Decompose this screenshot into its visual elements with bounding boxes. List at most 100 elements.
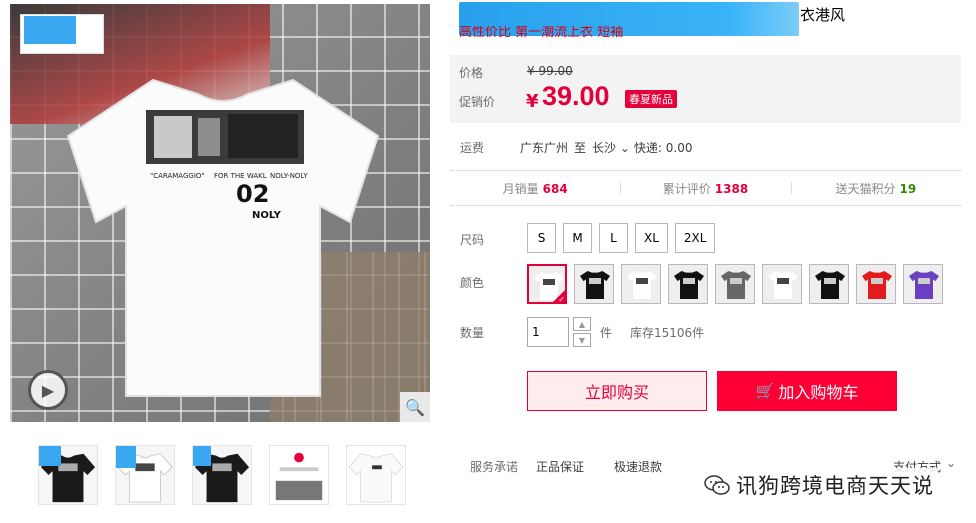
redaction-mask [116, 446, 136, 468]
currency-symbol: ¥ [526, 91, 539, 112]
check-icon: ✓ [558, 295, 565, 304]
color-swatch[interactable] [621, 264, 661, 304]
quantity-input[interactable] [527, 317, 569, 347]
swatch-print [636, 278, 648, 284]
thumbnail[interactable] [115, 445, 175, 505]
original-price: ¥ 99.00 [527, 64, 573, 78]
total-reviews[interactable]: 累计评价 1388 [620, 180, 790, 197]
destination-city: 长沙 [592, 141, 617, 155]
promo-price-label: 促销价 [459, 95, 496, 109]
price-panel: 价格 ¥ 99.00 促销价 ¥ 39.00 春夏新品 [450, 55, 961, 123]
size-options: S M L XL 2XL [527, 223, 716, 253]
stock-count: 库存15106件 [630, 326, 705, 340]
ship-to-word: 至 [574, 141, 587, 155]
sales-stats: 月销量 684 累计评价 1388 送天猫积分 19 [450, 170, 961, 206]
shipping-row: 运费 广东广州 至 长沙 ⌄ 快递: 0.00 [460, 139, 693, 156]
color-swatch[interactable] [856, 264, 896, 304]
shirt-caption-1: "CARAMAGGIO" [150, 172, 205, 180]
add-to-cart-label: 加入购物车 [778, 383, 859, 402]
add-to-cart-button[interactable]: 🛒 加入购物车 [717, 371, 897, 411]
color-swatch[interactable] [903, 264, 943, 304]
quantity-unit: 件 [600, 326, 613, 340]
color-options: ✓ [527, 264, 943, 304]
chevron-down-icon[interactable]: ⌄ [946, 456, 956, 470]
swatch-shirt [862, 271, 892, 299]
shipping-fee: 快递: 0.00 [633, 141, 693, 155]
watermark: 讯狗跨境电商天天说 [700, 468, 938, 502]
shirt-caption-2: FOR THE WAKL [214, 172, 267, 180]
swatch-print [543, 279, 555, 285]
color-swatch[interactable] [668, 264, 708, 304]
swatch-shirt [580, 271, 610, 299]
swatch-shirt [909, 271, 939, 299]
promise-item[interactable]: 正品保证 [536, 458, 584, 475]
tmall-points: 送天猫积分 19 [790, 180, 961, 197]
buy-now-button[interactable]: 立即购买 [527, 371, 707, 411]
promise-label: 服务承诺 [470, 460, 519, 474]
shirt-caption-3: NOLY-NOLY [270, 172, 308, 180]
redaction-mask [24, 16, 76, 44]
size-option[interactable]: S [527, 223, 556, 253]
monthly-sales-value: 684 [542, 181, 568, 196]
swatch-shirt [674, 271, 704, 299]
redaction-mask [39, 446, 61, 466]
swatch-print [589, 278, 601, 284]
color-swatch[interactable]: ✓ [527, 264, 567, 304]
promo-tag: 春夏新品 [625, 90, 677, 108]
size-label: 尺码 [460, 233, 485, 247]
monthly-sales-label: 月销量 [502, 181, 539, 196]
reviews-value: 1388 [714, 181, 749, 196]
product-title-tail: 衣港风 [800, 6, 846, 24]
swatch-shirt [768, 271, 798, 299]
service-promise: 服务承诺 正品保证 极速退款 [470, 458, 692, 475]
swatch-print [777, 278, 789, 284]
size-option[interactable]: M [563, 223, 592, 253]
swatch-print [683, 278, 695, 284]
tshirt-illustration: "CARAMAGGIO" FOR THE WAKL NOLY-NOLY 02 N… [66, 78, 380, 397]
cart-icon: 🛒 [755, 382, 775, 400]
redaction-mask [193, 446, 211, 466]
swatch-print [730, 278, 742, 284]
zoom-icon[interactable]: 🔍 [400, 392, 430, 422]
swatch-print [871, 278, 883, 284]
play-icon[interactable]: ▶ [28, 370, 68, 410]
points-value: 19 [899, 181, 917, 196]
color-swatch[interactable] [715, 264, 755, 304]
monthly-sales: 月销量 684 [450, 180, 620, 197]
swatch-print [918, 278, 930, 284]
thumb-shirt [347, 446, 405, 504]
wechat-icon [704, 475, 730, 495]
quantity-label: 数量 [460, 326, 485, 340]
color-swatch[interactable] [809, 264, 849, 304]
reviews-label: 累计评价 [662, 181, 711, 196]
destination-city-select[interactable]: 长沙 ⌄ [592, 139, 630, 156]
promo-price: 39.00 [542, 81, 610, 111]
color-label: 颜色 [460, 276, 485, 290]
ship-from: 广东广州 [520, 141, 569, 155]
thumbnail[interactable] [192, 445, 252, 505]
color-swatch[interactable] [574, 264, 614, 304]
size-option[interactable]: L [599, 223, 628, 253]
swatch-print [824, 278, 836, 284]
swatch-shirt [721, 271, 751, 299]
product-subtitle: 高性价比 第一潮流上衣 短袖 [459, 26, 624, 40]
shipping-label: 运费 [460, 141, 485, 155]
thumbnail[interactable] [269, 445, 329, 505]
size-option[interactable]: XL [635, 223, 668, 253]
thumbnail[interactable] [346, 445, 406, 505]
thumbnail[interactable] [38, 445, 98, 505]
size-option[interactable]: 2XL [674, 223, 716, 253]
chevron-down-icon: ⌄ [616, 141, 630, 155]
main-product-image[interactable]: "CARAMAGGIO" FOR THE WAKL NOLY-NOLY 02 N… [10, 4, 430, 422]
thumbnail-strip [38, 445, 406, 505]
swatch-shirt [815, 271, 845, 299]
color-swatch[interactable] [762, 264, 802, 304]
promise-item[interactable]: 极速退款 [614, 458, 662, 475]
shirt-print-number: 02 [236, 180, 269, 208]
shirt-brand: NOLY [252, 210, 282, 221]
quantity-decrease-button[interactable]: ▼ [573, 333, 591, 347]
thumb-detail [270, 446, 328, 504]
swatch-shirt [627, 271, 657, 299]
price-label: 价格 [459, 66, 484, 80]
quantity-increase-button[interactable]: ▲ [573, 317, 591, 331]
